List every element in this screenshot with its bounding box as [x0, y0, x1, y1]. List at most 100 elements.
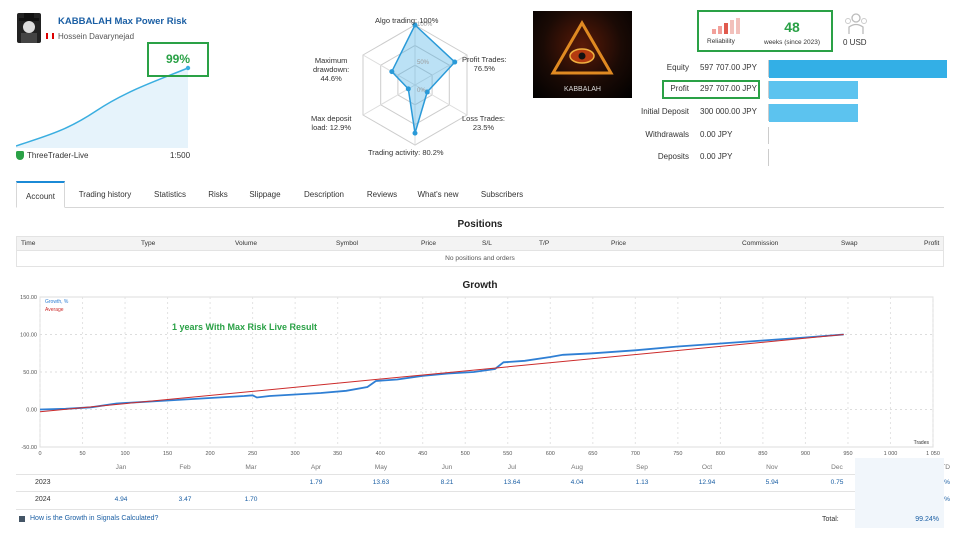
- col-type: Type: [141, 240, 156, 247]
- radar-label-drawdown: Maximum drawdown: 44.6%: [313, 56, 349, 83]
- x-tick-label-19: 950: [843, 451, 852, 457]
- year-label-0: 2023: [35, 479, 51, 486]
- stat-divider-3: [768, 127, 769, 144]
- month-value-0-4: 13.63: [372, 479, 390, 486]
- y-tick-label-1: 0.00: [26, 408, 37, 414]
- growth-chart: -50.00 0.00 50.00 100.00 150.00 0 50 100 150 200 2…: [20, 295, 940, 457]
- subscribers-icon: [845, 13, 867, 34]
- tab-risks[interactable]: Risks: [202, 181, 234, 208]
- subscribers-value: 0 USD: [843, 38, 867, 47]
- broker-name[interactable]: ThreeTrader-Live: [27, 151, 89, 160]
- max-deposit-value: load: 12.9%: [311, 123, 352, 132]
- max-deposit-label: Max deposit: [311, 114, 352, 123]
- author-name[interactable]: Hossein Davarynejad: [58, 32, 134, 41]
- tab-reviews[interactable]: Reviews: [360, 181, 404, 208]
- tab-whats-new[interactable]: What's new: [412, 181, 464, 208]
- month-value-1-2: 1.70: [244, 496, 258, 503]
- col-symbol: Symbol: [336, 240, 358, 247]
- author-avatar[interactable]: [17, 13, 41, 43]
- month-header-3: Apr: [310, 464, 322, 471]
- positions-header-row: [17, 237, 943, 251]
- radar-chart: 100%50%0%: [362, 22, 468, 146]
- col-price-2: Price: [611, 240, 627, 247]
- y-tick-label-2: 50.00: [23, 370, 37, 376]
- stat-bar-2: [769, 104, 858, 122]
- max-drawdown-label-1: Maximum: [314, 56, 348, 65]
- growth-percent: 99%: [165, 52, 191, 66]
- reliability-bars-icon: [712, 18, 740, 34]
- stat-bar-1: [769, 81, 858, 99]
- hat-man-icon: [19, 13, 39, 43]
- profit-trades-value: 76.5%: [473, 64, 495, 73]
- x-tick-label-1: 50: [79, 451, 85, 457]
- leverage: 1:500: [170, 151, 191, 160]
- month-header-4: May: [374, 464, 388, 471]
- tab-description[interactable]: Description: [296, 181, 352, 208]
- radar-label-profit: Profit Trades: 76.5%: [462, 55, 507, 73]
- x-tick-label-21: 1 050: [926, 451, 940, 457]
- help-link[interactable]: How is the Growth in Signals Calculated?: [30, 515, 158, 522]
- stat-label-2: Initial Deposit: [640, 107, 689, 116]
- radar-point-4: [405, 86, 411, 92]
- positions-empty: No positions and orders: [445, 255, 515, 262]
- growth-annotation: 1 years With Max Risk Live Result: [172, 322, 317, 332]
- x-tick-label-16: 800: [716, 451, 725, 457]
- tab-statistics[interactable]: Statistics: [146, 181, 194, 208]
- signal-name[interactable]: KABBALAH Max Power Risk: [58, 16, 187, 27]
- x-axis-title: Trades: [914, 440, 930, 446]
- total-label: Total:: [822, 516, 839, 523]
- x-tick-label-13: 650: [588, 451, 597, 457]
- tab-slippage[interactable]: Slippage: [242, 181, 288, 208]
- month-value-0-7: 4.04: [570, 479, 584, 486]
- month-value-0-11: 0.75: [830, 479, 844, 486]
- reliability-label: Reliability: [707, 38, 735, 45]
- max-drawdown-value: 44.6%: [320, 74, 342, 83]
- verified-shield-icon: [16, 151, 24, 160]
- month-header-8: Sep: [636, 464, 648, 471]
- month-value-0-5: 8.21: [440, 479, 454, 486]
- month-header-7: Aug: [571, 464, 583, 471]
- x-tick-label-9: 450: [418, 451, 427, 457]
- positions-table: Time Type Volume Symbol Price S/L T/P Pr…: [16, 236, 944, 267]
- tab-account[interactable]: Account: [16, 181, 65, 208]
- radar-label-deposit: Max deposit load: 12.9%: [311, 114, 351, 132]
- col-sl: S/L: [482, 240, 492, 247]
- x-tick-label-2: 100: [120, 451, 129, 457]
- tab-subscribers[interactable]: Subscribers: [472, 181, 532, 208]
- tab-trading-history[interactable]: Trading history: [70, 181, 140, 208]
- col-commission: Commission: [742, 240, 779, 247]
- stat-bar-0: [769, 60, 947, 78]
- radar-label-loss: Loss Trades: 23.5%: [462, 114, 505, 132]
- monthly-bottom-separator: [16, 509, 944, 510]
- stat-value-3: 0.00 JPY: [700, 130, 733, 139]
- x-tick-label-15: 750: [673, 451, 682, 457]
- radar-label-activity: Trading activity: 80.2%: [368, 148, 444, 157]
- stat-value-2: 300 000.00 JPY: [700, 107, 757, 116]
- radar-point-3: [412, 130, 418, 136]
- stat-label-3: Withdrawals: [645, 130, 689, 139]
- month-value-0-10: 5.94: [765, 479, 779, 486]
- x-tick-label-6: 300: [291, 451, 300, 457]
- x-tick-label-5: 250: [248, 451, 257, 457]
- positions-title: Positions: [457, 219, 503, 230]
- weeks-label: weeks (since 2023): [764, 39, 820, 46]
- month-header-2: Mar: [245, 464, 257, 471]
- col-profit: Profit: [924, 240, 940, 247]
- month-value-0-6: 13.64: [503, 479, 521, 486]
- radar-label-algo: Algo trading: 100%: [375, 16, 439, 25]
- year-label-1: 2024: [35, 496, 51, 503]
- profit-highlight-box: [662, 80, 760, 99]
- month-header-0: Jan: [115, 464, 127, 471]
- legend-growth: Growth, %: [45, 299, 69, 305]
- stat-value-0: 597 707.00 JPY: [700, 63, 757, 72]
- stat-divider-4: [768, 149, 769, 166]
- x-tick-label-20: 1 000: [884, 451, 898, 457]
- stat-value-4: 0.00 JPY: [700, 152, 733, 161]
- legend-average: Average: [45, 307, 64, 313]
- stat-label-0: Equity: [666, 63, 689, 72]
- monthly-mid-separator: [16, 491, 944, 492]
- total-value: 99.24%: [915, 516, 939, 523]
- x-tick-label-11: 550: [503, 451, 512, 457]
- month-value-0-3: 1.79: [309, 479, 323, 486]
- y-tick-label-3: 100.00: [20, 333, 37, 339]
